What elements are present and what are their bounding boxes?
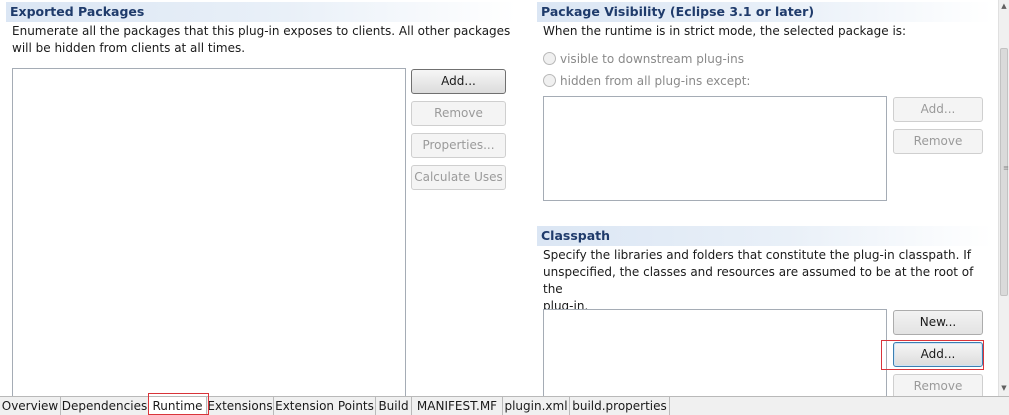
classpath-description: Specify the libraries and folders that c… — [543, 247, 993, 315]
visibility-remove-button[interactable]: Remove — [893, 129, 983, 154]
exported-packages-properties-button[interactable]: Properties... — [411, 133, 506, 158]
exported-packages-description-line1: Enumerate all the packages that this plu… — [12, 24, 511, 38]
classpath-title: Classpath — [537, 226, 993, 246]
radio-icon — [543, 74, 556, 87]
classpath-add-highlight — [881, 340, 984, 370]
visibility-plugins-list[interactable] — [543, 96, 887, 201]
scroll-thumb[interactable]: ≡ — [1000, 48, 1009, 296]
package-visibility-title: Package Visibility (Eclipse 3.1 or later… — [537, 2, 993, 22]
vertical-scrollbar[interactable]: ▲ ≡ ▼ — [998, 0, 1009, 396]
exported-packages-remove-button[interactable]: Remove — [411, 101, 506, 126]
grip-icon: ≡ — [1003, 164, 1009, 172]
tab-overview[interactable]: Overview — [0, 397, 61, 415]
classpath-new-button[interactable]: New... — [893, 310, 983, 335]
exported-packages-title: Exported Packages — [6, 2, 516, 22]
tab-manifest-mf[interactable]: MANIFEST.MF — [412, 397, 503, 415]
runtime-tab-highlight — [148, 393, 209, 415]
tab-extensions[interactable]: Extensions — [207, 397, 274, 415]
visible-downstream-label: visible to downstream plug-ins — [560, 52, 744, 66]
visible-downstream-radio[interactable]: visible to downstream plug-ins — [543, 50, 744, 68]
classpath-list[interactable] — [543, 309, 887, 396]
tab-build[interactable]: Build — [376, 397, 412, 415]
tab-dependencies[interactable]: Dependencies — [61, 397, 149, 415]
classpath-description-line1: Specify the libraries and folders that c… — [543, 248, 972, 262]
visibility-add-button[interactable]: Add... — [893, 97, 983, 122]
hidden-except-label: hidden from all plug-ins except: — [560, 74, 751, 88]
package-visibility-description: When the runtime is in strict mode, the … — [543, 24, 907, 38]
radio-icon — [543, 52, 556, 65]
tab-plugin-xml[interactable]: plugin.xml — [503, 397, 570, 415]
calculate-uses-button[interactable]: Calculate Uses — [411, 165, 506, 190]
exported-packages-description-line2: will be hidden from clients at all times… — [12, 41, 246, 55]
exported-packages-description: Enumerate all the packages that this plu… — [12, 23, 512, 57]
exported-packages-list[interactable] — [12, 68, 406, 396]
tab-extension-points[interactable]: Extension Points — [274, 397, 376, 415]
classpath-description-line2: unspecified, the classes and resources a… — [543, 265, 974, 296]
exported-packages-add-button[interactable]: Add... — [411, 69, 506, 94]
hidden-except-radio[interactable]: hidden from all plug-ins except: — [543, 72, 750, 90]
tab-build-properties[interactable]: build.properties — [570, 397, 670, 415]
scroll-up-arrow-icon[interactable]: ▲ — [999, 2, 1009, 10]
scroll-down-arrow-icon[interactable]: ▼ — [999, 384, 1009, 392]
